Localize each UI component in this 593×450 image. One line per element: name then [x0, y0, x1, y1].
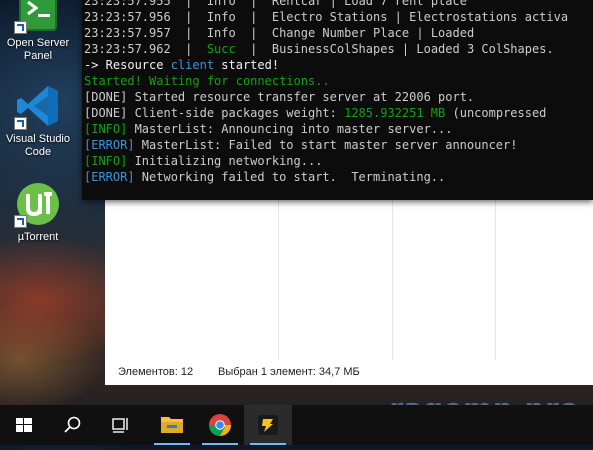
desktop-icon-label: Visual Studio — [5, 133, 70, 145]
windows-start-icon — [16, 418, 32, 432]
column-divider — [392, 180, 393, 360]
chrome-icon — [209, 414, 231, 436]
log-row: 23:23:57.955 | Info | Rentcar | Load 7 r… — [84, 0, 467, 8]
column-divider — [278, 180, 279, 360]
error-line: [ERROR] MasterList: Failed to start mast… — [84, 138, 518, 152]
shortcut-arrow-icon — [14, 215, 27, 228]
file-explorer-icon — [161, 417, 183, 433]
desktop-icon-open-server[interactable]: Open Server Panel — [0, 0, 76, 63]
vscode-icon — [14, 82, 62, 130]
search-icon — [64, 416, 81, 433]
file-explorer-window: Элементов: 12 Выбран 1 элемент: 34,7 МБ — [105, 180, 593, 385]
shortcut-arrow-icon — [14, 117, 27, 130]
shortcut-arrow-icon — [14, 21, 27, 34]
items-count: Элементов: 12 — [118, 366, 194, 378]
server-started-line: Started! Waiting for connections.. — [84, 74, 330, 88]
error-line: [ERROR] Networking failed to start. Term… — [84, 170, 446, 184]
done-line: [DONE] Client-side packages weight: 1285… — [84, 106, 547, 120]
resource-started-line: -> Resource client started! — [84, 58, 280, 72]
utorrent-icon — [14, 180, 62, 228]
ragemp-icon — [258, 415, 278, 435]
taskbar-chrome[interactable] — [196, 405, 244, 445]
column-divider — [495, 180, 496, 360]
desktop-icon-label: µTorrent — [17, 231, 59, 243]
info-line: [INFO] Initializing networking... — [84, 154, 323, 168]
desktop-icon-label: Open Server — [6, 37, 70, 49]
desktop-icon-utorrent[interactable]: µTorrent — [0, 180, 76, 244]
done-line: [DONE] Started resource transfer server … — [84, 90, 475, 104]
desktop-icon-label: Code — [24, 146, 52, 158]
taskbar-ragemp[interactable] — [244, 405, 292, 445]
task-view-icon — [112, 418, 128, 433]
task-view-button[interactable] — [96, 405, 144, 445]
log-row: 23:23:57.956 | Info | Electro Stations |… — [84, 10, 569, 24]
explorer-status-bar: Элементов: 12 Выбран 1 элемент: 34,7 МБ — [105, 360, 593, 385]
taskbar-file-explorer[interactable] — [148, 405, 196, 445]
selected-info: Выбран 1 элемент: 34,7 МБ — [218, 366, 360, 378]
taskbar — [0, 405, 593, 445]
info-line: [INFO] MasterList: Announcing into maste… — [84, 122, 453, 136]
desktop-icon-label: Panel — [23, 50, 53, 62]
log-row: 23:23:57.962 | Succ | BusinessColShapes … — [84, 42, 554, 56]
search-button[interactable] — [48, 405, 96, 445]
log-row: 23:23:57.957 | Info | Change Number Plac… — [84, 26, 475, 40]
start-button[interactable] — [0, 405, 48, 445]
desktop-icon-vscode[interactable]: Visual Studio Code — [0, 82, 76, 159]
server-console-window[interactable]: 23:23:57.955 | Info | Rentcar | Load 7 r… — [82, 0, 593, 200]
open-server-icon — [14, 0, 62, 34]
